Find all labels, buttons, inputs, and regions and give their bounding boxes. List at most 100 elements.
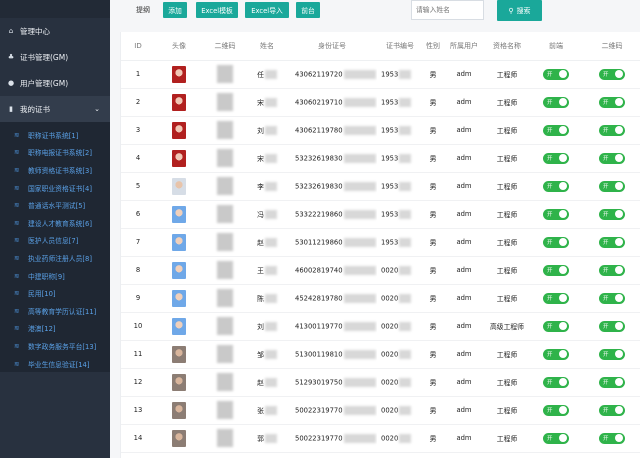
excel-import-button[interactable]: Excel导入 <box>245 2 289 18</box>
qr-code-icon[interactable] <box>217 345 233 363</box>
qrcode-toggle[interactable]: 开 <box>599 432 625 444</box>
frontend-toggle[interactable]: 开 <box>543 432 569 444</box>
sidebar-subitem-8[interactable]: ≋ 执业药师注册人员[8] <box>0 249 110 267</box>
search-button[interactable]: ⚲ 搜索 <box>497 0 542 21</box>
frontend-toggle[interactable]: 开 <box>543 236 569 248</box>
frontend-toggle[interactable]: 开 <box>543 208 569 220</box>
sidebar-subitem-12[interactable]: ≋ 港澳[12] <box>0 320 110 338</box>
sidebar-subitem-10[interactable]: ≋ 民用[10] <box>0 284 110 302</box>
table-row[interactable]: 5 李 53232619830 1953 男 adm 工程师 开 开 <box>121 172 640 201</box>
qr-code-icon[interactable] <box>217 93 233 111</box>
qr-code-icon[interactable] <box>217 401 233 419</box>
certificate-table: ID 头像 二维码 姓名 身份证号 证书编号 性别 所属用户 资格名称 前端 二维码 1 任 43062… <box>121 32 640 453</box>
qrcode-toggle[interactable]: 开 <box>599 348 625 360</box>
frontend-toggle[interactable]: 开 <box>543 376 569 388</box>
qr-code-icon[interactable] <box>217 373 233 391</box>
sidebar-subitem-7[interactable]: ≋ 医护人员信息[7] <box>0 232 110 250</box>
avatar[interactable] <box>172 177 186 195</box>
qrcode-toggle[interactable]: 开 <box>599 124 625 136</box>
sidebar-subitem-13[interactable]: ≋ 数字政务服务平台[13] <box>0 337 110 355</box>
frontend-toggle[interactable]: 开 <box>543 124 569 136</box>
table-row[interactable]: 6 冯 53322219860 1953 男 adm 工程师 开 开 <box>121 200 640 229</box>
toggle-label: 开 <box>603 184 609 190</box>
table-row[interactable]: 2 宋 43060219710 1953 男 adm 工程师 开 开 <box>121 88 640 117</box>
avatar[interactable] <box>172 373 186 391</box>
qr-code-icon[interactable] <box>217 121 233 139</box>
sidebar-subitem-9[interactable]: ≋ 中建职称[9] <box>0 267 110 285</box>
table-row[interactable]: 11 邹 51300119810 0020 男 adm 工程师 开 开 <box>121 340 640 369</box>
frontend-toggle[interactable]: 开 <box>543 292 569 304</box>
cell-cert-number: 0020 <box>377 312 423 341</box>
qr-code-icon[interactable] <box>217 177 233 195</box>
avatar[interactable] <box>172 429 186 447</box>
table-row[interactable]: 3 刘 43062119780 1953 男 adm 工程师 开 开 <box>121 116 640 145</box>
redacted-cert-number <box>399 349 412 359</box>
sidebar-subitem-14[interactable]: ≋ 毕业生信息验证[14] <box>0 355 110 373</box>
avatar[interactable] <box>172 261 186 279</box>
sidebar-item-3[interactable]: ▮ 我的证书 ⌄ <box>0 96 110 122</box>
redacted-name <box>264 350 277 360</box>
table-row[interactable]: 1 任 43062119720 1953 男 adm 工程师 开 开 <box>121 60 640 89</box>
frontend-toggle[interactable]: 开 <box>543 404 569 416</box>
sidebar-item-2[interactable]: ● 用户管理(GM) <box>0 70 110 96</box>
table-row[interactable]: 9 陈 45242819780 0020 男 adm 工程师 开 开 <box>121 284 640 313</box>
table-row[interactable]: 12 赵 51293019750 0020 男 adm 工程师 开 开 <box>121 368 640 397</box>
avatar[interactable] <box>172 205 186 223</box>
sidebar-subitem-6[interactable]: ≋ 建设人才教育系统[6] <box>0 214 110 232</box>
avatar[interactable] <box>172 65 186 83</box>
qr-code-icon[interactable] <box>217 65 233 83</box>
qrcode-toggle[interactable]: 开 <box>599 152 625 164</box>
avatar[interactable] <box>172 93 186 111</box>
add-button[interactable]: 添加 <box>163 2 187 18</box>
sidebar-item-0[interactable]: ⌂ 管理中心 <box>0 18 110 44</box>
sidebar-subitem-11[interactable]: ≋ 高等教育学历认证[11] <box>0 302 110 320</box>
frontend-toggle[interactable]: 开 <box>543 68 569 80</box>
qr-code-icon[interactable] <box>217 261 233 279</box>
qrcode-toggle[interactable]: 开 <box>599 180 625 192</box>
qr-code-icon[interactable] <box>217 317 233 335</box>
table-row[interactable]: 14 郭 50022319770 0020 男 adm 工程师 开 开 <box>121 424 640 453</box>
sidebar-subitem-3[interactable]: ≋ 教师资格证书系统[3] <box>0 161 110 179</box>
qrcode-toggle[interactable]: 开 <box>599 404 625 416</box>
table-row[interactable]: 4 宋 53232619830 1953 男 adm 工程师 开 开 <box>121 144 640 173</box>
qrcode-toggle[interactable]: 开 <box>599 292 625 304</box>
table-row[interactable]: 13 张 50022319770 0020 男 adm 工程师 开 开 <box>121 396 640 425</box>
avatar[interactable] <box>172 233 186 251</box>
qrcode-toggle[interactable]: 开 <box>599 376 625 388</box>
frontend-toggle[interactable]: 开 <box>543 96 569 108</box>
sidebar-subitem-5[interactable]: ≋ 普通话水平测试[5] <box>0 196 110 214</box>
graduation-cap-icon: ≋ <box>14 289 20 298</box>
qrcode-toggle[interactable]: 开 <box>599 68 625 80</box>
table-row[interactable]: 8 王 46002819740 0020 男 adm 工程师 开 开 <box>121 256 640 285</box>
qrcode-toggle[interactable]: 开 <box>599 96 625 108</box>
avatar[interactable] <box>172 345 186 363</box>
search-input[interactable] <box>411 0 484 20</box>
avatar[interactable] <box>172 317 186 335</box>
frontend-button[interactable]: 前台 <box>296 2 320 18</box>
avatar[interactable] <box>172 121 186 139</box>
avatar[interactable] <box>172 401 186 419</box>
avatar[interactable] <box>172 149 186 167</box>
sidebar-subitem-2[interactable]: ≋ 职称电报证书系统[2] <box>0 144 110 162</box>
sidebar-subitem-1[interactable]: ≋ 职称证书系统[1] <box>0 126 110 144</box>
qr-code-icon[interactable] <box>217 149 233 167</box>
frontend-toggle[interactable]: 开 <box>543 152 569 164</box>
qrcode-toggle[interactable]: 开 <box>599 264 625 276</box>
sidebar-subitem-4[interactable]: ≋ 国家职业资格证书[4] <box>0 179 110 197</box>
qr-code-icon[interactable] <box>217 205 233 223</box>
sidebar-item-1[interactable]: ♣ 证书管理(GM) <box>0 44 110 70</box>
excel-template-button[interactable]: Excel模板 <box>196 2 238 18</box>
qr-code-icon[interactable] <box>217 233 233 251</box>
qrcode-toggle[interactable]: 开 <box>599 320 625 332</box>
frontend-toggle[interactable]: 开 <box>543 320 569 332</box>
avatar[interactable] <box>172 289 186 307</box>
table-row[interactable]: 10 刘 41300119770 0020 男 adm 高级工程师 开 开 <box>121 312 640 341</box>
qrcode-toggle[interactable]: 开 <box>599 236 625 248</box>
qrcode-toggle[interactable]: 开 <box>599 208 625 220</box>
frontend-toggle[interactable]: 开 <box>543 348 569 360</box>
frontend-toggle[interactable]: 开 <box>543 264 569 276</box>
qr-code-icon[interactable] <box>217 429 233 447</box>
table-row[interactable]: 7 赵 53011219860 1953 男 adm 工程师 开 开 <box>121 228 640 257</box>
frontend-toggle[interactable]: 开 <box>543 180 569 192</box>
qr-code-icon[interactable] <box>217 289 233 307</box>
